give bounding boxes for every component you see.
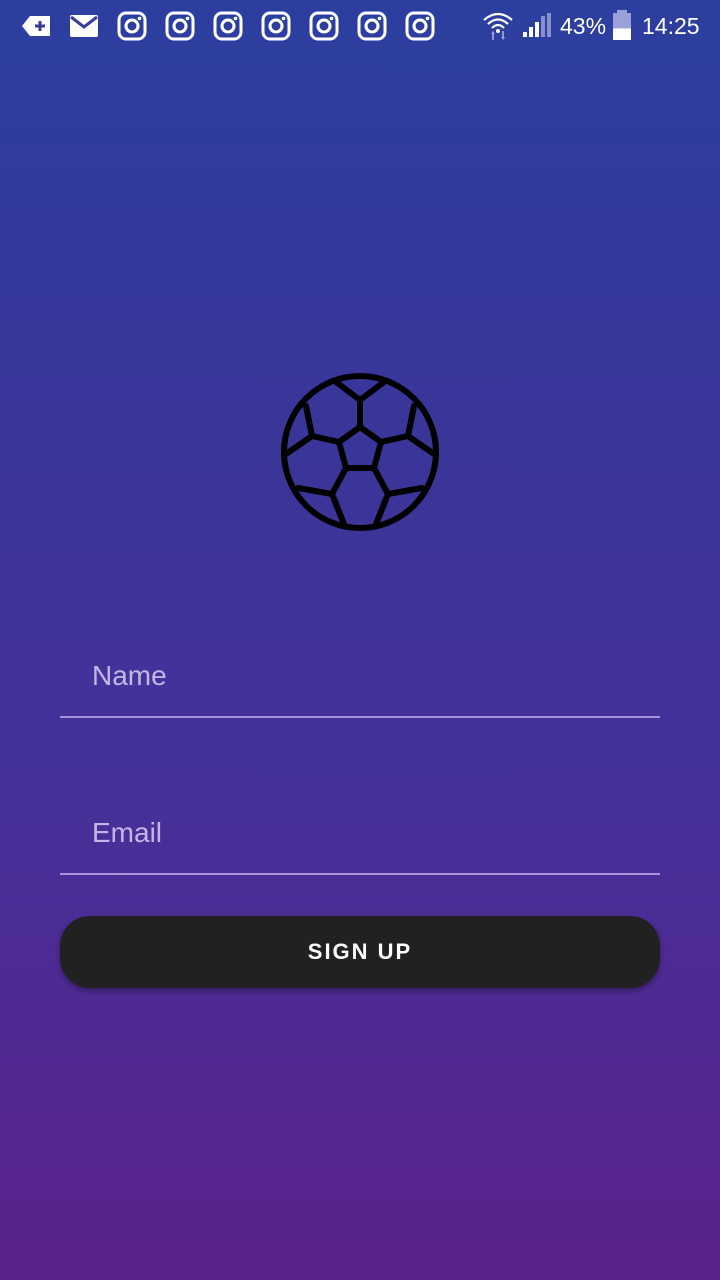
instagram-icon (116, 10, 148, 42)
instagram-icon (308, 10, 340, 42)
battery-percent: 43% (560, 13, 607, 39)
instagram-icon (212, 10, 244, 42)
instagram-icon (164, 10, 196, 42)
sign-up-button[interactable]: SIGN UP (60, 916, 660, 988)
name-input[interactable] (92, 656, 632, 696)
instagram-icon (356, 10, 388, 42)
instagram-icon (404, 10, 436, 42)
battery-icon (608, 10, 636, 42)
sign-up-button-label: SIGN UP (307, 939, 413, 964)
instagram-icon (260, 10, 292, 42)
clock: 14:25 (642, 13, 700, 39)
name-field-container (60, 636, 660, 718)
soccer-ball-icon (280, 372, 440, 532)
sim-add-icon (20, 10, 52, 42)
wifi-icon (482, 10, 514, 42)
mail-icon (68, 10, 100, 42)
signal-icon (520, 10, 552, 42)
battery-level-fill (613, 28, 631, 40)
status-bar: 43% 14:25 (0, 0, 720, 52)
email-input[interactable] (92, 813, 632, 853)
email-field-container (60, 793, 660, 875)
